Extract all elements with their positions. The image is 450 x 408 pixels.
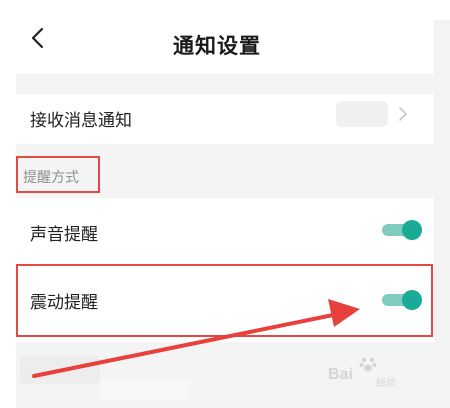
watermark-sub: 经验	[376, 378, 396, 389]
header: 通知设置	[0, 0, 434, 74]
watermark: Bai 经验	[326, 352, 422, 400]
receive-notification-row[interactable]: 接收消息通知	[16, 94, 434, 144]
baidu-paw-icon	[359, 357, 377, 372]
blurred-row	[100, 380, 190, 400]
page-title: 通知设置	[173, 34, 261, 58]
vibrate-row-highlight	[16, 264, 433, 337]
watermark-text: Bai	[328, 366, 353, 383]
receive-notification-label: 接收消息通知	[30, 111, 132, 131]
sound-reminder-toggle[interactable]	[382, 218, 422, 242]
scroll-gutter	[434, 20, 450, 408]
toggle-knob	[402, 220, 422, 240]
separator	[16, 74, 434, 94]
section-label: 提醒方式	[23, 170, 79, 186]
sound-reminder-label: 声音提醒	[30, 225, 98, 245]
section-label-highlight: 提醒方式	[16, 156, 100, 193]
sound-reminder-row: 声音提醒	[16, 198, 434, 262]
receive-notification-value	[336, 101, 388, 127]
chevron-right-icon	[399, 107, 407, 121]
blurred-row	[20, 356, 100, 384]
